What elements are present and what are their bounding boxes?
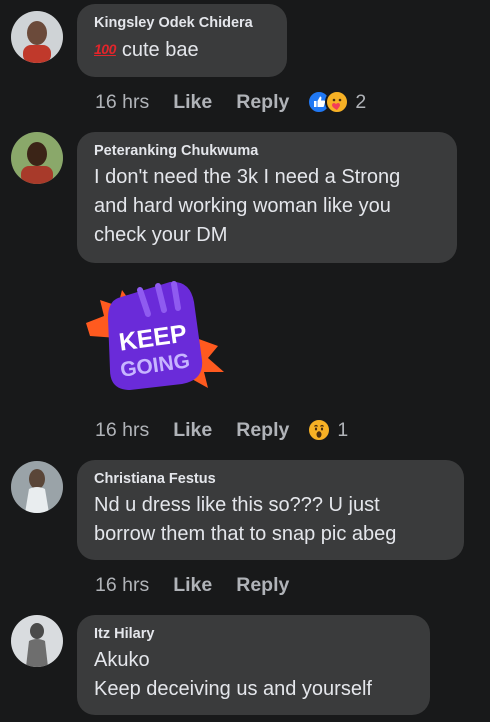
reaction-count: 1 <box>337 418 349 441</box>
comment-bubble: Itz Hilary Akuko Keep deceiving us and y… <box>77 615 430 715</box>
like-button[interactable]: Like <box>173 91 212 114</box>
avatar[interactable] <box>11 615 63 667</box>
comment-timestamp[interactable]: 16 hrs <box>95 574 149 597</box>
profile-photo-icon <box>11 132 63 184</box>
hundred-points-icon: 100 <box>94 41 116 57</box>
comment-text: 100 cute bae <box>94 35 271 65</box>
avatar[interactable] <box>11 461 63 513</box>
wow-reaction-icon <box>307 418 332 442</box>
comment-timestamp[interactable]: 16 hrs <box>95 419 149 442</box>
comment-text: Akuko Keep deceiving us and yourself <box>94 649 372 700</box>
reaction-count: 2 <box>355 90 367 113</box>
reaction-summary[interactable]: 2 <box>307 90 366 114</box>
comment-text: I don't need the 3k I need a Strong and … <box>94 166 401 246</box>
reaction-summary[interactable]: 1 <box>307 418 348 442</box>
comment-bubble: Christiana Festus Nd u dress like this s… <box>77 460 464 560</box>
reply-button[interactable]: Reply <box>236 419 289 442</box>
comment-author[interactable]: Kingsley Odek Chidera <box>94 14 271 32</box>
profile-photo-icon <box>11 461 63 513</box>
avatar[interactable] <box>11 132 63 184</box>
comment-text: Nd u dress like this so??? U just borrow… <box>94 494 397 545</box>
comment-actions: 16 hrs Like Reply 1 <box>95 416 348 444</box>
keep-going-sticker[interactable]: KEEP GOING <box>78 268 226 400</box>
comment-bubble: Kingsley Odek Chidera 100 cute bae <box>77 4 287 77</box>
care-reaction-icon <box>325 90 350 114</box>
comment-author[interactable]: Christiana Festus <box>94 470 448 488</box>
profile-photo-icon <box>11 11 63 63</box>
comment-timestamp[interactable]: 16 hrs <box>95 91 149 114</box>
profile-photo-icon <box>11 615 63 667</box>
comment-bubble: Peteranking Chukwuma I don't need the 3k… <box>77 132 457 263</box>
comment-actions: 16 hrs Like Reply <box>95 571 313 599</box>
like-button[interactable]: Like <box>173 419 212 442</box>
reply-button[interactable]: Reply <box>236 91 289 114</box>
reply-button[interactable]: Reply <box>236 574 289 597</box>
like-button[interactable]: Like <box>173 574 212 597</box>
comment-author[interactable]: Peteranking Chukwuma <box>94 142 441 160</box>
avatar[interactable] <box>11 11 63 63</box>
comment-actions: 16 hrs Like Reply 2 <box>95 88 366 116</box>
comment-author[interactable]: Itz Hilary <box>94 625 414 643</box>
